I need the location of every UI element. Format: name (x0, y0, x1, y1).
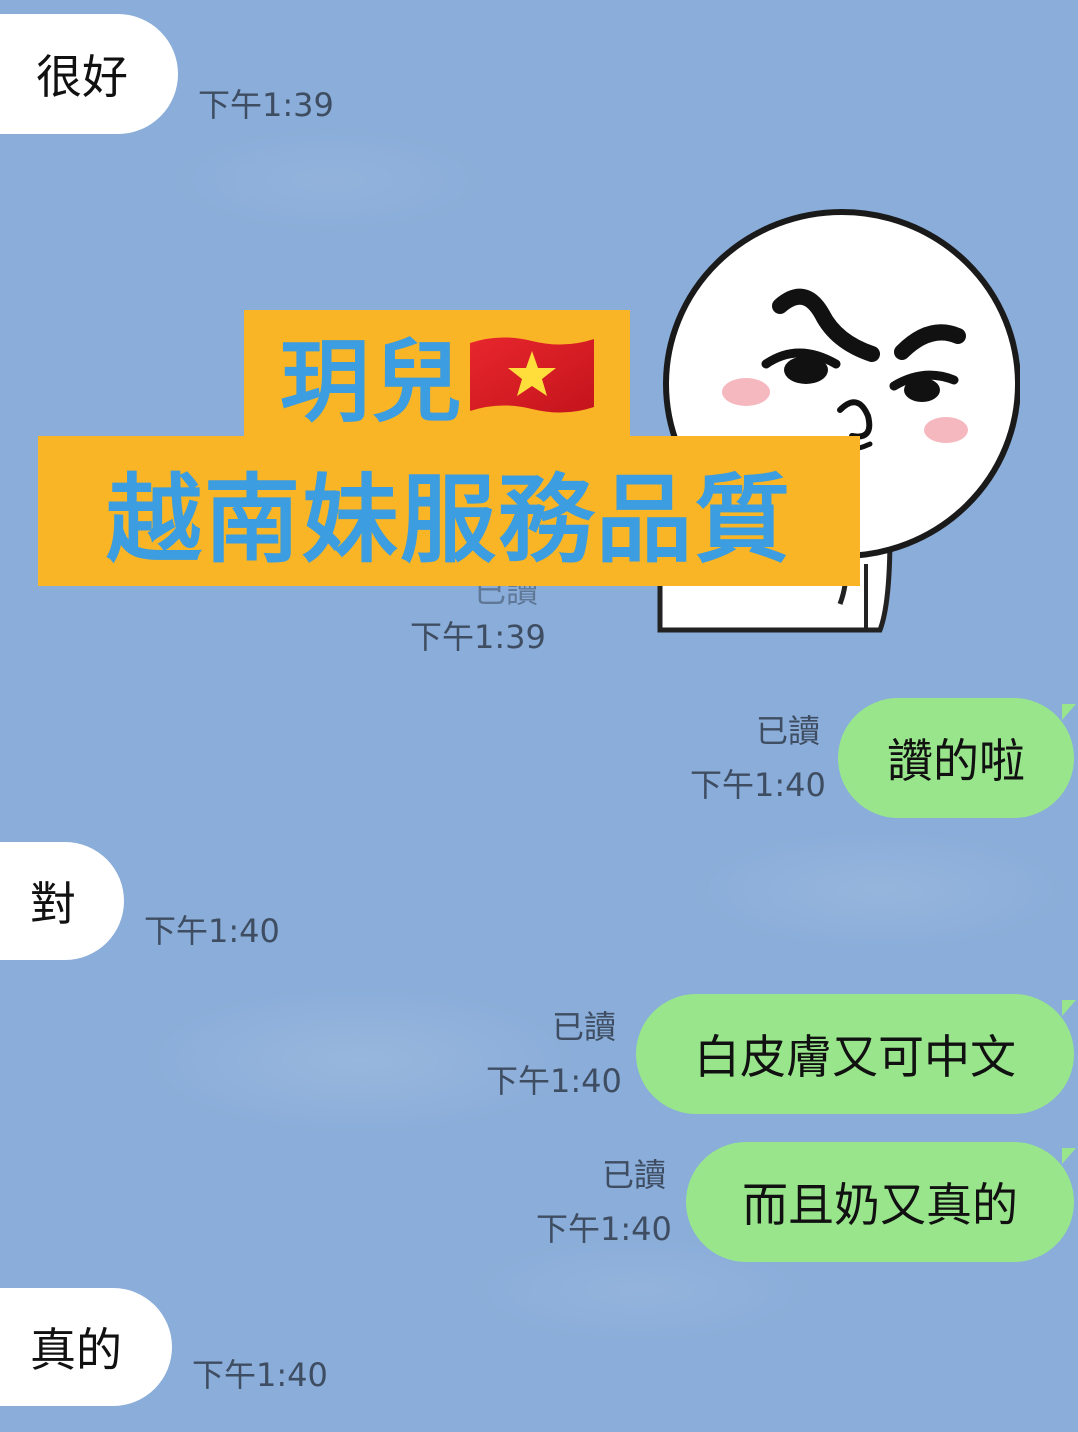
message-text: 白皮膚又可中文 (694, 1030, 1016, 1084)
message-timestamp: 下午1:40 (536, 1210, 672, 1248)
outgoing-message-bubble[interactable]: 讚的啦 (838, 698, 1076, 818)
outgoing-message-bubble[interactable]: 白皮膚又可中文 (636, 994, 1076, 1114)
message-timestamp: 下午1:40 (690, 766, 826, 804)
outgoing-message-bubble[interactable]: 而且奶又真的 (686, 1142, 1076, 1262)
vietnam-flag-icon (470, 333, 594, 415)
promo-banner-bottom: 越南妹服務品質 (38, 436, 860, 586)
read-status: 已讀 (602, 1156, 667, 1194)
read-status: 已讀 (756, 712, 821, 750)
chat-area[interactable]: 很好 下午1:39 已讀 下午1:39 越南妹服務品質 玥兒 已讀 下午1:40… (0, 0, 1078, 1432)
message-timestamp: 下午1:40 (192, 1356, 328, 1394)
message-text: 而且奶又真的 (742, 1178, 1018, 1232)
message-timestamp: 下午1:39 (198, 86, 334, 124)
message-text: 真的 (30, 1323, 122, 1377)
read-status: 已讀 (552, 1008, 617, 1046)
promo-title: 越南妹服務品質 (106, 463, 792, 576)
promo-name: 玥兒 (280, 330, 464, 435)
incoming-message-bubble[interactable]: 真的 (0, 1288, 172, 1406)
message-text: 很好 (36, 50, 128, 104)
incoming-message-bubble[interactable]: 對 (0, 842, 124, 960)
message-timestamp: 下午1:40 (486, 1062, 622, 1100)
message-timestamp: 下午1:40 (144, 912, 280, 950)
sticker-timestamp: 下午1:39 (410, 618, 546, 656)
message-text: 讚的啦 (887, 734, 1025, 788)
message-text: 對 (30, 877, 76, 931)
promo-banner-top: 玥兒 (244, 310, 630, 438)
incoming-message-bubble[interactable]: 很好 (0, 14, 178, 134)
